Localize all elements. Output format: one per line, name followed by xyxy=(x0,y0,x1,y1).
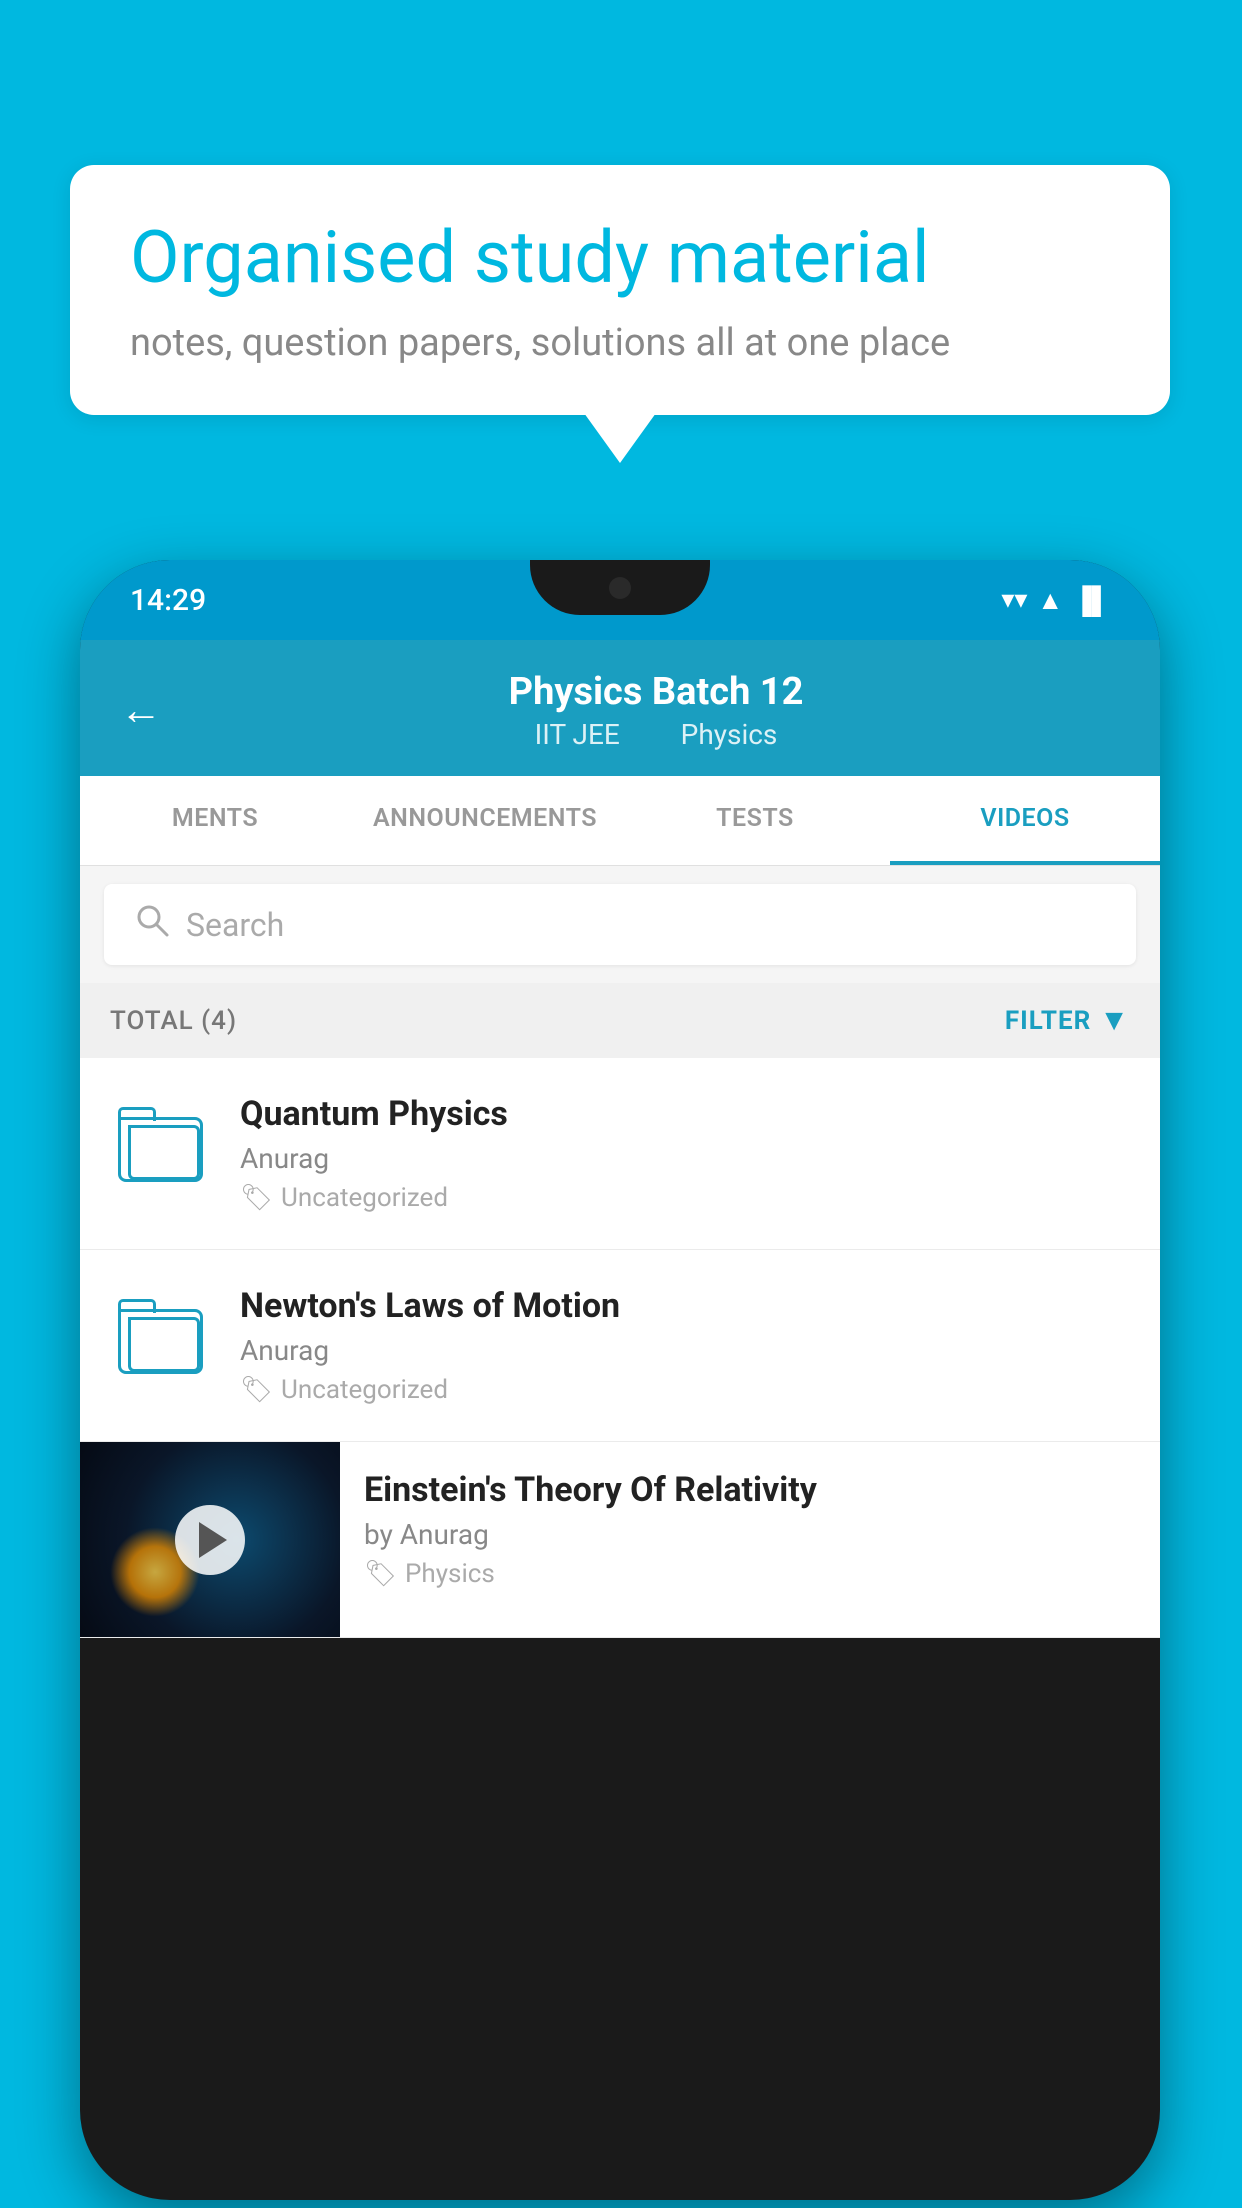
tag-separator xyxy=(647,718,661,751)
tab-tests[interactable]: TESTS xyxy=(620,776,890,865)
tag-icon: 🏷 xyxy=(240,1183,273,1213)
item-title: Newton's Laws of Motion xyxy=(240,1286,1130,1326)
item-text: Newton's Laws of Motion Anurag 🏷 Uncateg… xyxy=(240,1286,1130,1405)
batch-title: Physics Batch 12 xyxy=(192,670,1120,714)
tag-iit: IIT JEE xyxy=(535,718,620,751)
bubble-subtitle: notes, question papers, solutions all at… xyxy=(130,321,1110,365)
tab-ments[interactable]: MENTS xyxy=(80,776,350,865)
tabs-bar: MENTS ANNOUNCEMENTS TESTS VIDEOS xyxy=(80,776,1160,866)
bubble-title: Organised study material xyxy=(130,215,1110,301)
filter-label: FILTER xyxy=(1005,1006,1091,1036)
content-list: Quantum Physics Anurag 🏷 Uncategorized xyxy=(80,1058,1160,1638)
speech-bubble: Organised study material notes, question… xyxy=(70,165,1170,415)
item-text: Quantum Physics Anurag 🏷 Uncategorized xyxy=(240,1094,1130,1213)
tag-label: Physics xyxy=(405,1559,495,1589)
folder-icon xyxy=(118,1299,203,1374)
tab-announcements[interactable]: ANNOUNCEMENTS xyxy=(350,776,620,865)
search-placeholder: Search xyxy=(186,906,284,944)
status-icons: ▾▾ ▲ ▐▌ xyxy=(1001,585,1110,616)
list-item[interactable]: Quantum Physics Anurag 🏷 Uncategorized xyxy=(80,1058,1160,1250)
item-author: Anurag xyxy=(240,1334,1130,1367)
item-title: Quantum Physics xyxy=(240,1094,1130,1134)
item-author: Anurag xyxy=(240,1142,1130,1175)
tab-videos[interactable]: VIDEOS xyxy=(890,776,1160,865)
tag-icon: 🏷 xyxy=(364,1559,397,1589)
item-tag: 🏷 Physics xyxy=(364,1559,1130,1589)
tag-icon: 🏷 xyxy=(240,1375,273,1405)
tag-label: Uncategorized xyxy=(281,1375,448,1405)
phone-screen: 14:29 ▾▾ ▲ ▐▌ ← Physics Batch 12 IIT JEE… xyxy=(80,560,1160,2200)
battery-icon: ▐▌ xyxy=(1073,585,1110,616)
signal-icon: ▲ xyxy=(1037,585,1063,616)
filter-button[interactable]: FILTER ▼ xyxy=(1005,1003,1130,1038)
filter-icon: ▼ xyxy=(1099,1003,1130,1038)
folder-icon xyxy=(118,1107,203,1182)
item-icon-wrap xyxy=(110,1286,210,1386)
tag-label: Uncategorized xyxy=(281,1183,448,1213)
header-title-block: Physics Batch 12 IIT JEE Physics xyxy=(192,670,1120,751)
tag-physics: Physics xyxy=(681,718,778,751)
total-count: TOTAL (4) xyxy=(110,1006,237,1036)
item-tag: 🏷 Uncategorized xyxy=(240,1375,1130,1405)
app-header: ← Physics Batch 12 IIT JEE Physics xyxy=(80,640,1160,776)
video-thumbnail xyxy=(80,1442,340,1637)
status-bar: 14:29 ▾▾ ▲ ▐▌ xyxy=(80,560,1160,640)
thumb-text: Einstein's Theory Of Relativity by Anura… xyxy=(340,1442,1130,1609)
item-author: by Anurag xyxy=(364,1518,1130,1551)
play-button[interactable] xyxy=(175,1505,245,1575)
list-item[interactable]: Newton's Laws of Motion Anurag 🏷 Uncateg… xyxy=(80,1250,1160,1442)
back-button[interactable]: ← xyxy=(120,686,162,735)
search-icon xyxy=(134,902,170,947)
item-title: Einstein's Theory Of Relativity xyxy=(364,1470,1130,1510)
item-icon-wrap xyxy=(110,1094,210,1194)
item-tag: 🏷 Uncategorized xyxy=(240,1183,1130,1213)
status-time: 14:29 xyxy=(130,583,206,618)
phone-frame: 14:29 ▾▾ ▲ ▐▌ ← Physics Batch 12 IIT JEE… xyxy=(80,560,1160,2200)
filter-bar: TOTAL (4) FILTER ▼ xyxy=(80,983,1160,1058)
list-item-thumb[interactable]: Einstein's Theory Of Relativity by Anura… xyxy=(80,1442,1160,1638)
notch xyxy=(530,560,710,615)
search-bar-wrap: Search xyxy=(80,866,1160,983)
camera xyxy=(609,577,631,599)
search-bar[interactable]: Search xyxy=(104,884,1136,965)
batch-subtitle: IIT JEE Physics xyxy=(192,718,1120,751)
play-icon xyxy=(199,1522,227,1558)
wifi-icon: ▾▾ xyxy=(1001,585,1027,615)
